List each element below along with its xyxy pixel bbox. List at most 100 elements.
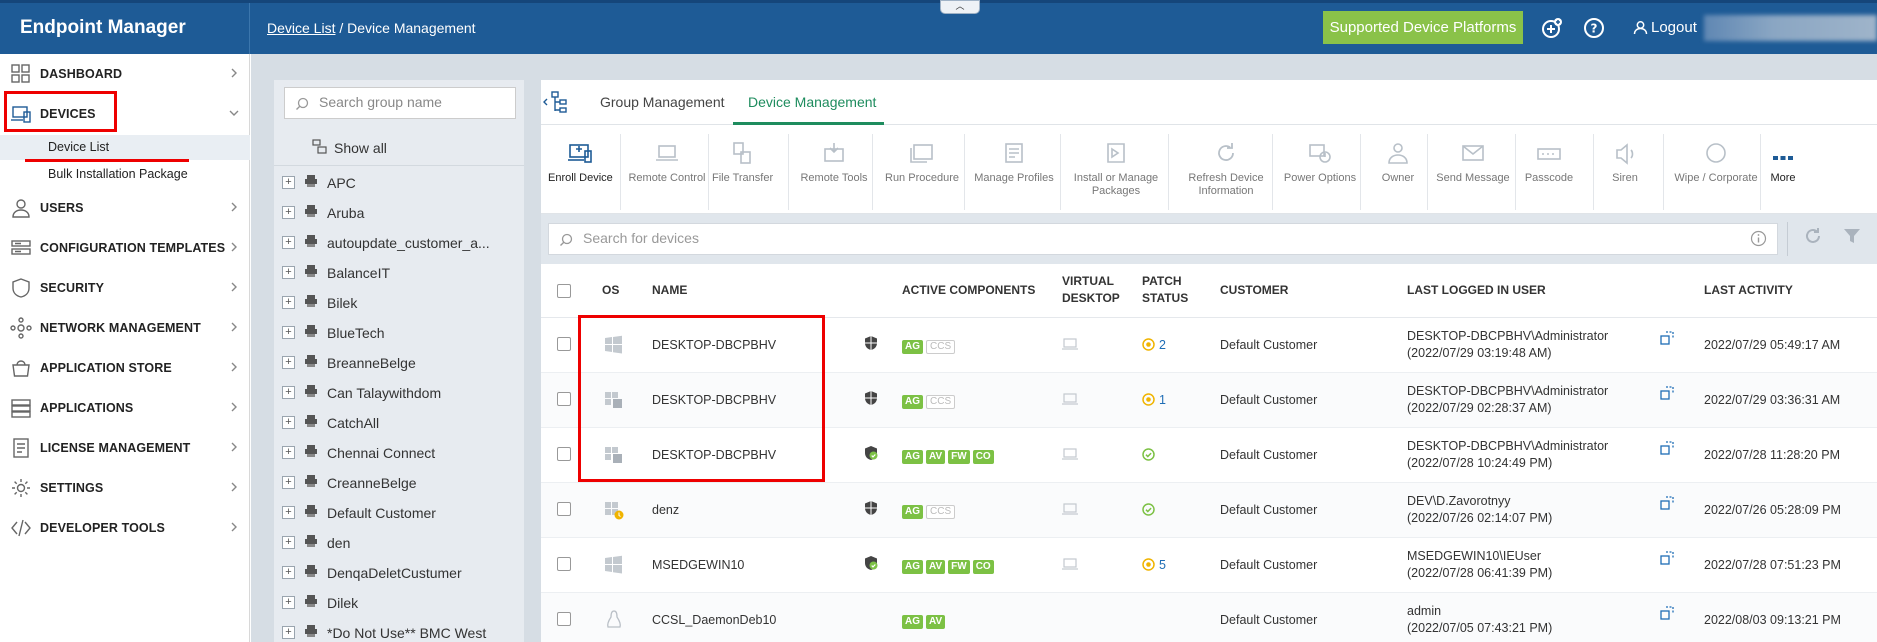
group-item[interactable]: + Dilek xyxy=(274,588,524,618)
file-transfer-button[interactable]: File Transfer xyxy=(712,134,773,210)
wipe-corporate-button[interactable]: Wipe / Corporate xyxy=(1667,134,1765,210)
sidebar-item-settings[interactable]: SETTINGS xyxy=(0,473,250,503)
remote-tools-button[interactable]: Remote Tools xyxy=(792,134,876,210)
more-button[interactable]: More xyxy=(1764,134,1802,210)
device-search-field[interactable] xyxy=(548,223,1778,255)
owner-button[interactable]: Owner xyxy=(1364,134,1432,210)
sidebar-item-application-store[interactable]: APPLICATION STORE xyxy=(0,353,250,383)
sidebar-item-configuration-templates[interactable]: CONFIGURATION TEMPLATES xyxy=(0,233,250,263)
column-header-name[interactable]: NAME xyxy=(652,282,687,299)
group-item[interactable]: + den xyxy=(274,528,524,558)
logout-button[interactable]: Logout xyxy=(1633,19,1697,36)
group-item[interactable]: + DenqaDeletCustumer xyxy=(274,558,524,588)
group-item[interactable]: + BalanceIT xyxy=(274,258,524,288)
sidebar-subitem-device-list[interactable]: Device List xyxy=(0,135,250,160)
sidebar-item-network-management[interactable]: NETWORK MANAGEMENT xyxy=(0,313,250,343)
row-checkbox[interactable] xyxy=(557,502,571,516)
remote-session-icon[interactable] xyxy=(1659,550,1675,566)
passcode-button[interactable]: Passcode xyxy=(1519,134,1579,210)
collapse-header-toggle[interactable]: ︿ xyxy=(940,0,980,14)
sidebar-item-applications[interactable]: APPLICATIONS xyxy=(0,393,250,423)
expand-group-icon[interactable]: + xyxy=(282,386,295,399)
expand-group-icon[interactable]: + xyxy=(282,446,295,459)
sidebar-item-license-management[interactable]: LICENSE MANAGEMENT xyxy=(0,433,250,463)
group-item[interactable]: + autoupdate_customer_a... xyxy=(274,228,524,258)
expand-group-icon[interactable]: + xyxy=(282,356,295,369)
row-checkbox[interactable] xyxy=(557,337,571,351)
virtual-desktop-icon[interactable] xyxy=(1061,337,1079,351)
group-item[interactable]: + Bilek xyxy=(274,288,524,318)
expand-group-icon[interactable]: + xyxy=(282,506,295,519)
manage-profiles-button[interactable]: Manage Profiles xyxy=(968,134,1060,210)
group-item[interactable]: + BlueTech xyxy=(274,318,524,348)
refresh-device-information-button[interactable]: Refresh Device Information xyxy=(1172,134,1280,210)
breadcrumb-device-list-link[interactable]: Device List xyxy=(267,20,335,36)
expand-group-icon[interactable]: + xyxy=(282,626,295,639)
info-icon[interactable] xyxy=(1750,230,1767,247)
sidebar-item-users[interactable]: USERS xyxy=(0,193,250,223)
enroll-device-button[interactable]: Enroll Device xyxy=(548,134,613,210)
group-item[interactable]: + *Do Not Use** BMC West xyxy=(274,618,524,642)
sidebar-subitem-bulk-installation-package[interactable]: Bulk Installation Package xyxy=(0,162,250,187)
add-circle-icon[interactable] xyxy=(1541,17,1563,39)
virtual-desktop-icon[interactable] xyxy=(1061,557,1079,571)
row-checkbox[interactable] xyxy=(557,447,571,461)
sidebar-item-developer-tools[interactable]: DEVELOPER TOOLS xyxy=(0,513,250,543)
expand-group-icon[interactable]: + xyxy=(282,236,295,249)
power-options-button[interactable]: Power Options xyxy=(1276,134,1364,210)
patch-status[interactable]: 5 xyxy=(1142,558,1166,572)
remote-session-icon[interactable] xyxy=(1659,385,1675,401)
virtual-desktop-icon[interactable] xyxy=(1061,392,1079,406)
remote-session-icon[interactable] xyxy=(1659,330,1675,346)
column-header-customer[interactable]: CUSTOMER xyxy=(1220,282,1288,299)
column-header-virtual-desktop[interactable]: VIRTUAL DESKTOP xyxy=(1062,273,1120,307)
column-header-patch-status[interactable]: PATCH STATUS xyxy=(1142,273,1188,307)
expand-group-icon[interactable]: + xyxy=(282,536,295,549)
expand-group-icon[interactable]: + xyxy=(282,416,295,429)
column-header-active-components[interactable]: ACTIVE COMPONENTS xyxy=(902,282,1035,299)
group-item[interactable]: + CatchAll xyxy=(274,408,524,438)
filter-icon[interactable] xyxy=(1843,227,1861,245)
expand-group-icon[interactable]: + xyxy=(282,206,295,219)
patch-status[interactable] xyxy=(1142,448,1155,462)
row-checkbox[interactable] xyxy=(557,557,571,571)
send-message-button[interactable]: Send Message xyxy=(1431,134,1515,210)
group-item[interactable]: + BreanneBelge xyxy=(274,348,524,378)
device-name[interactable]: MSEDGEWIN10 xyxy=(652,558,744,572)
virtual-desktop-icon[interactable] xyxy=(1061,502,1079,516)
expand-group-icon[interactable]: + xyxy=(282,476,295,489)
supported-device-platforms-button[interactable]: Supported Device Platforms xyxy=(1323,11,1523,44)
expand-group-icon[interactable]: + xyxy=(282,176,295,189)
help-icon[interactable]: ? xyxy=(1583,17,1605,39)
group-search-field[interactable] xyxy=(284,87,516,119)
group-item[interactable]: + APC xyxy=(274,168,524,198)
run-procedure-button[interactable]: Run Procedure xyxy=(876,134,968,210)
table-row[interactable] xyxy=(541,483,1877,538)
remote-session-icon[interactable] xyxy=(1659,605,1675,621)
group-item[interactable]: + CreanneBelge xyxy=(274,468,524,498)
expand-group-icon[interactable]: + xyxy=(282,296,295,309)
group-search-input[interactable] xyxy=(319,94,509,110)
column-header-os[interactable]: OS xyxy=(602,282,619,299)
remote-session-icon[interactable] xyxy=(1659,440,1675,456)
row-checkbox[interactable] xyxy=(557,612,571,626)
show-all-groups[interactable]: Show all xyxy=(274,132,524,166)
patch-status[interactable] xyxy=(1142,503,1155,517)
patch-status[interactable]: 1 xyxy=(1142,393,1166,407)
install-or-manage-packages-button[interactable]: Install or Manage Packages xyxy=(1064,134,1168,210)
tab-group-management[interactable]: Group Management xyxy=(600,94,725,110)
expand-group-icon[interactable]: + xyxy=(282,566,295,579)
device-name[interactable]: denz xyxy=(652,503,679,517)
remote-session-icon[interactable] xyxy=(1659,495,1675,511)
select-all-checkbox[interactable] xyxy=(557,284,571,298)
device-name[interactable]: CCSL_DaemonDeb10 xyxy=(652,613,776,627)
row-checkbox[interactable] xyxy=(557,392,571,406)
refresh-icon[interactable] xyxy=(1803,226,1823,246)
device-search-input[interactable] xyxy=(583,230,1683,246)
collapse-groups-icon[interactable] xyxy=(541,90,571,114)
tab-device-management[interactable]: Device Management xyxy=(748,94,876,110)
expand-group-icon[interactable]: + xyxy=(282,266,295,279)
column-header-last-logged-in-user[interactable]: LAST LOGGED IN USER xyxy=(1407,282,1546,299)
group-item[interactable]: + Aruba xyxy=(274,198,524,228)
sidebar-item-dashboard[interactable]: DASHBOARD xyxy=(0,59,250,89)
